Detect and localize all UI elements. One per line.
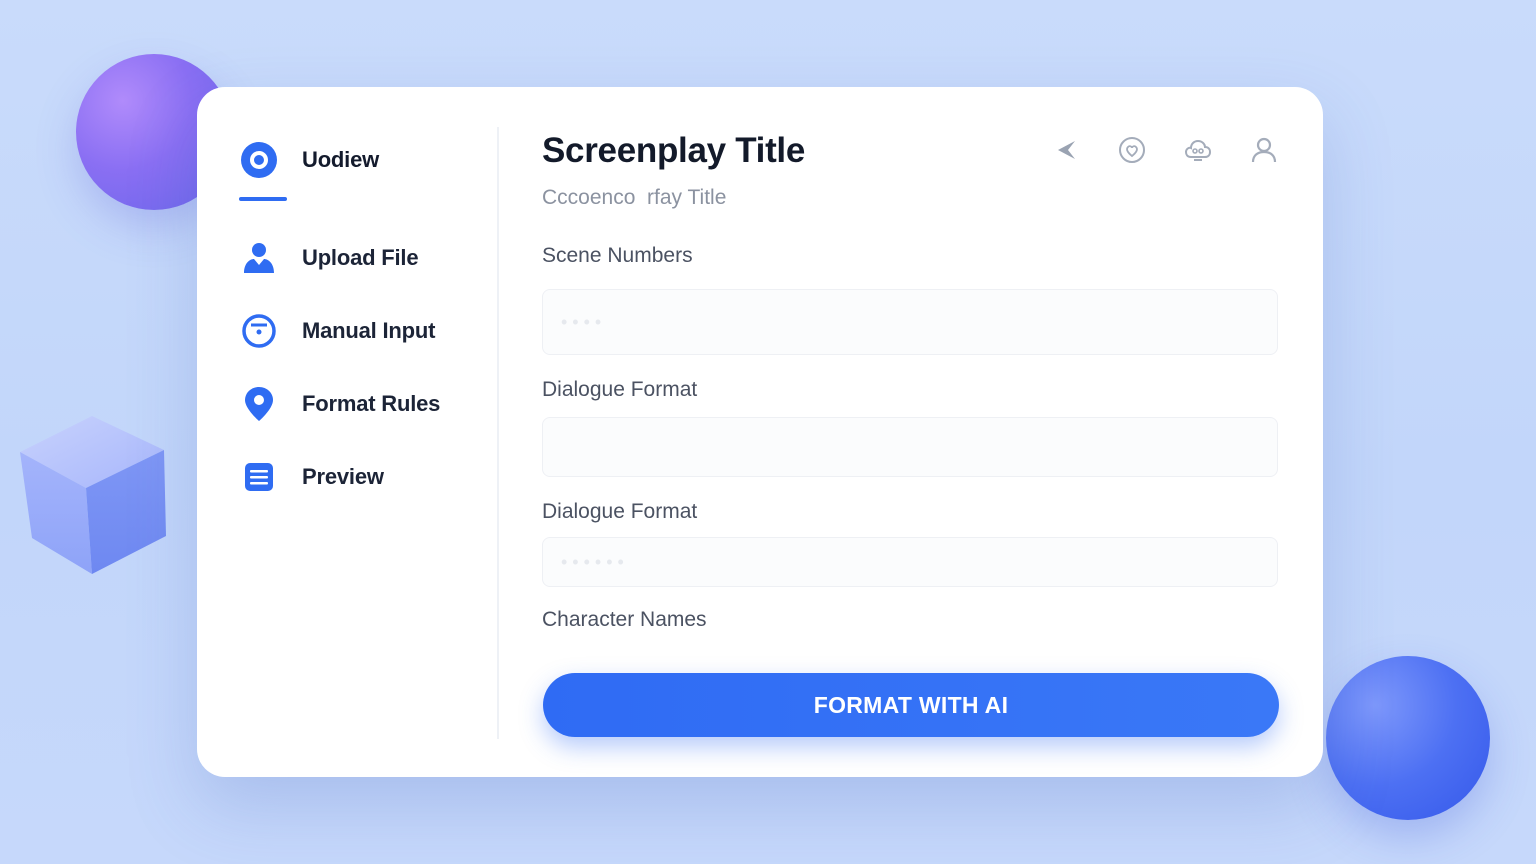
user-upload-icon	[237, 236, 281, 280]
field-label-dialogue-format: Dialogue Format	[542, 378, 698, 401]
sidebar-item-preview[interactable]: Preview	[237, 455, 384, 499]
sidebar-item-upload-file[interactable]: Upload File	[237, 236, 419, 280]
sidebar-item-label: Uodiew	[302, 147, 380, 172]
sidebar-item-label: Format Rules	[302, 391, 441, 416]
profile-icon[interactable]	[1249, 135, 1279, 165]
field-label-dialogue-format-2: Dialogue Format	[542, 500, 698, 523]
dialogue-format-input[interactable]	[542, 417, 1278, 477]
format-with-ai-button[interactable]: FORMAT WITH AI	[543, 673, 1279, 737]
circle-dot-icon	[237, 138, 281, 182]
sidebar: Uodiew Upload File Manual Input Format R…	[197, 87, 499, 777]
decorative-blue-sphere	[1326, 656, 1490, 820]
map-pin-icon	[237, 382, 281, 426]
dialogue-format-input-2[interactable]	[542, 537, 1278, 587]
scene-numbers-input[interactable]	[542, 289, 1278, 355]
cloud-icon[interactable]	[1183, 135, 1213, 165]
toolbar	[1051, 135, 1279, 165]
app-window: Uodiew Upload File Manual Input Format R…	[197, 87, 1323, 777]
page-title: Screenplay Title	[542, 131, 806, 170]
sidebar-item-label: Upload File	[302, 245, 419, 270]
page-subtitle: Cccoenco rfay Title	[542, 186, 727, 209]
circle-input-icon	[237, 309, 281, 353]
field-label-scene-numbers: Scene Numbers	[542, 244, 693, 267]
main-panel: Screenplay Title Cccoenco rfay Title Sce…	[542, 87, 1279, 777]
sidebar-item-label: Preview	[302, 464, 384, 489]
sidebar-item-manual-input[interactable]: Manual Input	[237, 309, 435, 353]
active-tab-indicator	[239, 197, 287, 201]
field-label-character-names: Character Names	[542, 608, 707, 631]
back-arrow-icon[interactable]	[1051, 135, 1081, 165]
sidebar-item-label: Manual Input	[302, 318, 436, 343]
heart-outline-icon[interactable]	[1117, 135, 1147, 165]
sidebar-item-overview[interactable]: Uodiew	[237, 138, 379, 182]
decorative-cube	[20, 416, 166, 574]
list-icon	[237, 455, 281, 499]
sidebar-item-format-rules[interactable]: Format Rules	[237, 382, 440, 426]
